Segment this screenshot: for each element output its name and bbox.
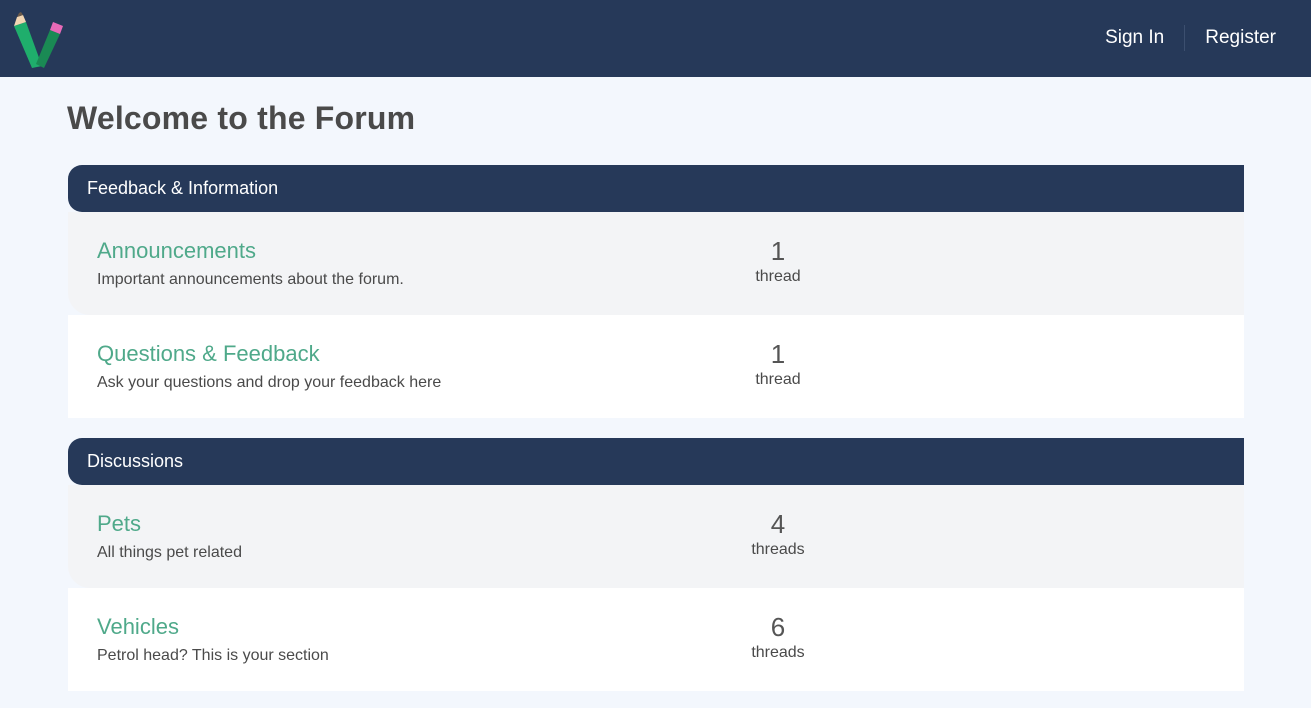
thread-count-number: 6: [770, 612, 786, 642]
forum-link-announcements[interactable]: Announcements: [97, 238, 256, 264]
thread-count-label: threads: [751, 541, 805, 558]
forum-row-questions-feedback: Questions & Feedback Ask your questions …: [68, 315, 1244, 418]
logo-link[interactable]: [12, 12, 68, 70]
thread-count-number: 1: [770, 339, 786, 369]
thread-count: 6 threads: [728, 612, 828, 662]
category-feedback-information: Feedback & Information Announcements Imp…: [68, 165, 1244, 418]
register-link[interactable]: Register: [1205, 27, 1276, 49]
forum-description: Ask your questions and drop your feedbac…: [97, 374, 442, 391]
forum-link-vehicles[interactable]: Vehicles: [97, 614, 179, 640]
category-header: Discussions: [68, 438, 1244, 485]
header-nav: Sign In Register: [1105, 25, 1276, 51]
forum-row-vehicles: Vehicles Petrol head? This is your secti…: [68, 588, 1244, 691]
forum-row-announcements: Announcements Important announcements ab…: [68, 212, 1244, 315]
forum-row-pets: Pets All things pet related 4 threads: [68, 485, 1244, 588]
page-title: Welcome to the Forum: [67, 100, 416, 136]
sign-in-link[interactable]: Sign In: [1105, 27, 1164, 49]
forum-link-pets[interactable]: Pets: [97, 511, 141, 537]
category-discussions: Discussions Pets All things pet related …: [68, 438, 1244, 691]
forum-description: Petrol head? This is your section: [97, 647, 329, 664]
forum-description: Important announcements about the forum.: [97, 271, 404, 288]
category-header: Feedback & Information: [68, 165, 1244, 212]
top-navbar: Sign In Register: [0, 0, 1311, 77]
thread-count: 1 thread: [728, 339, 828, 389]
forum-description: All things pet related: [97, 544, 242, 561]
thread-count-label: thread: [755, 371, 801, 388]
thread-count: 4 threads: [728, 509, 828, 559]
pencil-v-logo-icon: [14, 12, 63, 68]
thread-count: 1 thread: [728, 236, 828, 286]
thread-count-number: 1: [770, 236, 786, 266]
thread-count-label: thread: [755, 268, 801, 285]
thread-count-number: 4: [770, 509, 786, 539]
nav-divider: [1184, 25, 1186, 51]
thread-count-label: threads: [751, 644, 805, 661]
forum-link-questions-feedback[interactable]: Questions & Feedback: [97, 341, 320, 367]
